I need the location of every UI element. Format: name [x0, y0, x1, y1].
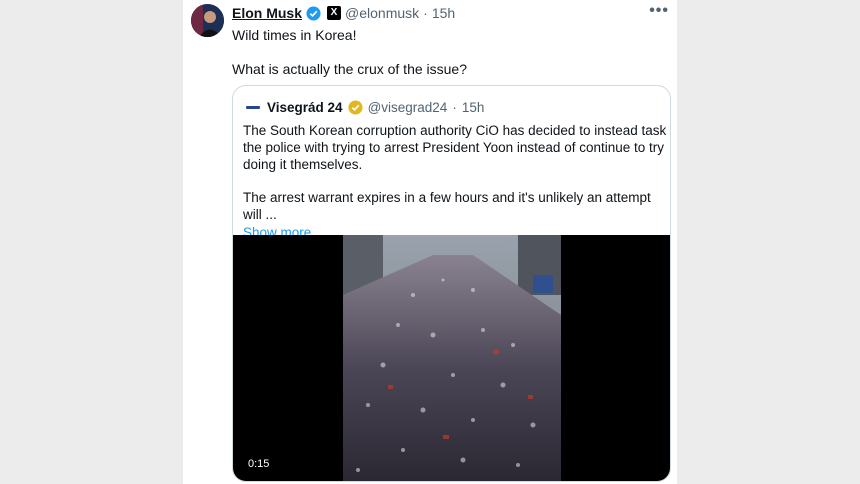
tweet-header: Elon Musk X @elonmusk · 15h: [232, 4, 455, 22]
quoted-tweet-header: Visegrád 24 @visegrad24 · 15h: [244, 98, 485, 116]
verified-org-badge-icon: [348, 99, 363, 115]
quoted-tweet-text: The South Korean corruption authority Ci…: [243, 122, 668, 241]
x-affiliation-icon: X: [327, 6, 342, 20]
quoted-author-avatar: [244, 98, 262, 116]
tweet-text-line: What is actually the crux of the issue?: [232, 61, 467, 77]
author-avatar[interactable]: [191, 4, 224, 37]
dot-separator: ·: [452, 99, 457, 115]
quoted-author-handle: @visegrad24: [367, 99, 448, 115]
author-name[interactable]: Elon Musk: [232, 5, 302, 21]
quoted-tweet-time: 15h: [461, 99, 485, 115]
quoted-author-name: Visegrád 24: [267, 99, 343, 115]
quoted-tweet[interactable]: Visegrád 24 @visegrad24 · 15h The South …: [232, 85, 671, 482]
video-player[interactable]: 0:15: [233, 235, 670, 481]
tweet-text: Wild times in Korea! What is actually th…: [232, 26, 662, 78]
dot-separator: ·: [423, 5, 428, 21]
verified-badge-icon: [306, 5, 321, 21]
tweet-text-line: Wild times in Korea!: [232, 27, 357, 43]
quoted-text-line: The South Korean corruption authority Ci…: [243, 123, 667, 172]
video-duration: 0:15: [248, 458, 270, 470]
author-handle[interactable]: @elonmusk: [345, 5, 419, 21]
tweet-time[interactable]: 15h: [432, 5, 455, 21]
more-options-icon[interactable]: •••: [649, 2, 669, 20]
quoted-text-line: The arrest warrant expires in a few hour…: [243, 190, 651, 222]
video-thumbnail: [343, 235, 561, 481]
tweet-card: Elon Musk X @elonmusk · 15h ••• Wild tim…: [183, 0, 677, 484]
